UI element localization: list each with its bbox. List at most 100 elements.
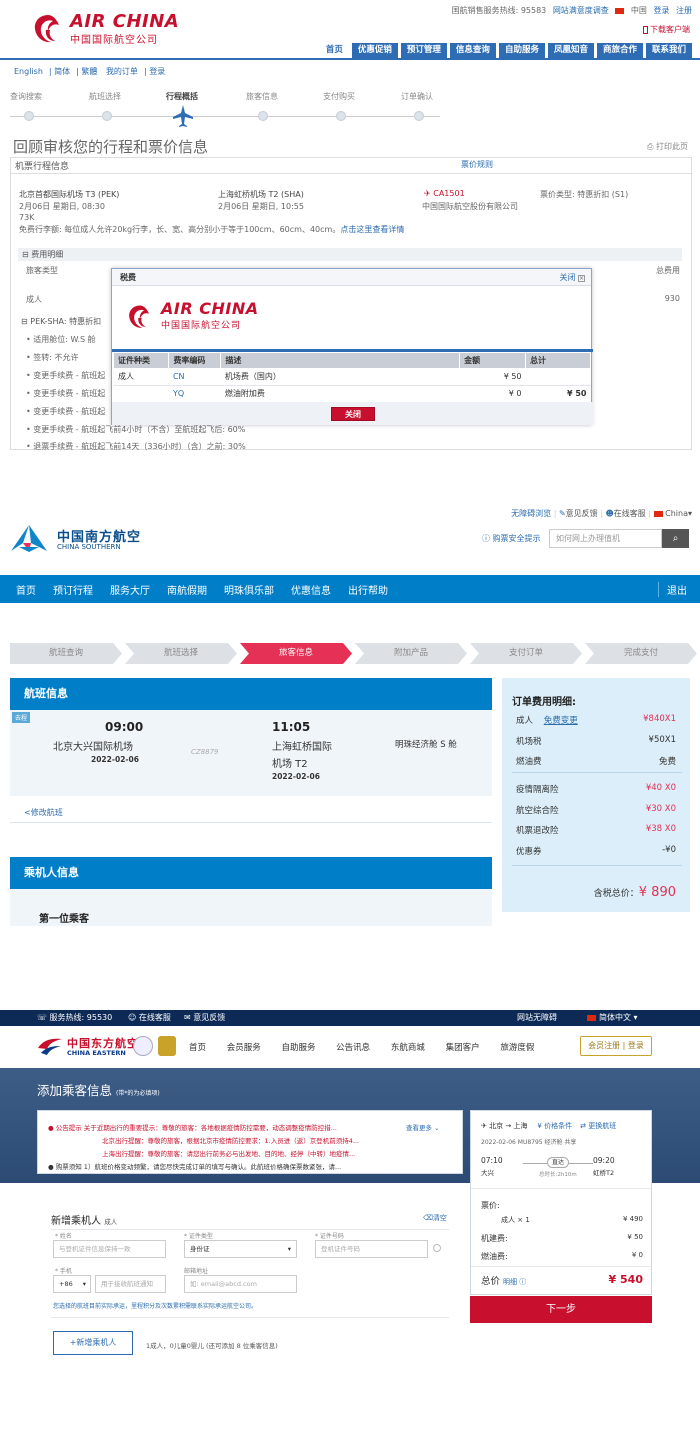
login-link[interactable]: 登录 [653, 6, 669, 15]
air-china-logo-text: AIR CHINA [70, 11, 180, 32]
language-select[interactable]: 简体中文 ▾ [587, 1010, 638, 1026]
logout-link[interactable]: 退出 [658, 581, 687, 597]
fee-label: 优惠券 [516, 847, 542, 857]
feedback-link[interactable]: ✉ 意见反馈 [184, 1010, 225, 1026]
price-cond-link[interactable]: ¥ 价格条件 [537, 1122, 572, 1130]
nav-pearl-club[interactable]: 明珠俱乐部 [208, 582, 274, 597]
phone-input[interactable]: 用于接收航班通知 [95, 1275, 166, 1293]
nav-corporate[interactable]: 集团客户 [446, 1043, 480, 1053]
flag-icon [587, 1014, 596, 1021]
fee-value: 免费 [658, 757, 676, 767]
fee-detail-bar[interactable]: ⊟ 费用明细 [18, 248, 682, 261]
nav-help[interactable]: 出行帮助 [332, 582, 388, 597]
feedback-link[interactable]: 意见反馈 [566, 509, 598, 518]
col-total: 总计 [525, 353, 591, 368]
nav-home[interactable]: 首页 [0, 582, 36, 597]
clear-icon: ⌫ [423, 1214, 433, 1222]
nav-offers[interactable]: 优惠信息 [275, 582, 331, 597]
nav-mall[interactable]: 东航商城 [391, 1043, 425, 1053]
next-step-button[interactable]: 下一步 [470, 1296, 652, 1323]
mileage-hint: 您选择的航班目前实际承运，里程积分及次数累积需联系实际承运航空公司。 [53, 1303, 258, 1310]
lang-traditional[interactable]: 繁體 [81, 67, 97, 76]
notice-line: ● 公告提示 关于近期出行的重要提示：尊敬的旅客：各地根据疫情防控需要，动态调整… [48, 1124, 338, 1132]
nav-home[interactable]: 首页 [189, 1043, 206, 1053]
add-passenger-button[interactable]: +新增乘机人 [53, 1331, 133, 1355]
free-change-link[interactable]: 免费变更 [544, 716, 578, 726]
search-input[interactable]: 如何网上办理值机 [549, 529, 662, 548]
change-flight-link[interactable]: ⇄ 更换航班 [580, 1122, 616, 1130]
help-icon[interactable] [433, 1244, 441, 1252]
accessible-link[interactable]: 网站无障碍 [517, 1010, 557, 1026]
search-button[interactable]: ⌕ [662, 529, 689, 548]
nav-self-service[interactable]: 自助服务 [498, 43, 545, 58]
email-input[interactable]: 如: email@abcd.com [184, 1275, 297, 1293]
modify-flight-link[interactable]: <修改航班 [24, 807, 63, 818]
tax-table: 证件种类 费率编码 描述 金额 总计 成人 CN 机场费（国内） ¥ 50 YQ… [114, 353, 591, 403]
cs-logo-en: CHINA SOUTHERN [57, 543, 121, 551]
region-select[interactable]: 中国 [631, 6, 647, 15]
detail-link[interactable]: 明细 ⓘ [503, 1278, 526, 1286]
total-label: 总价 [481, 1276, 501, 1287]
idno-input[interactable]: 登机证件号码 [315, 1240, 428, 1258]
clear-link[interactable]: ⌫清空 [423, 1213, 447, 1223]
country-select[interactable]: China [665, 509, 688, 518]
baggage-detail-link[interactable]: 点击这里查看详情 [340, 225, 404, 234]
aircraft-type: 73K [19, 213, 35, 222]
fuel-label: 燃油费: [481, 1252, 508, 1261]
survey-link[interactable]: 网站满意度调查 [553, 6, 609, 15]
modal-close-link[interactable]: 关闭 × [559, 269, 585, 286]
nav-service-hall[interactable]: 服务大厅 [94, 582, 150, 597]
accessible-link[interactable]: 无障碍浏览 [511, 509, 551, 518]
nav-phoenix-miles[interactable]: 凤凰知音 [547, 43, 594, 58]
phone-icon: ☏ [37, 1013, 50, 1022]
online-service-link[interactable]: ☺ 在线客服 [128, 1010, 171, 1026]
country-code-select[interactable]: +86 ▾ [53, 1275, 91, 1293]
fare-rules-link[interactable]: 票价规则 [461, 159, 493, 170]
modal-footer: 关闭 [112, 402, 593, 425]
main-nav: 首页 优惠促销 预订管理 信息查询 自助服务 凤凰知音 商旅合作 联系我们 [320, 43, 692, 58]
name-input[interactable]: 与登机证件信息保持一致 [53, 1240, 166, 1258]
member-login-button[interactable]: 会员注册 | 登录 [580, 1036, 652, 1056]
flag-icon [653, 510, 663, 517]
nav-home[interactable]: 首页 [320, 43, 349, 58]
lang-simplified[interactable]: 简体 [54, 67, 70, 76]
nav-info[interactable]: 信息查询 [449, 43, 496, 58]
passenger-count: 1成人，0儿童0婴儿 (还可添加 8 位乘客信息) [146, 1342, 278, 1350]
hotline-text: 国航销售服务热线: 95583 [451, 6, 547, 15]
nav-manage-booking[interactable]: 预订管理 [400, 43, 447, 58]
nav-member[interactable]: 会员服务 [227, 1043, 261, 1053]
fee-row: 成人 免费变更 ¥840X1 [516, 714, 676, 726]
nav-holidays[interactable]: 南航假期 [151, 582, 207, 597]
print-link[interactable]: ⎙ 打印此页 [647, 141, 688, 152]
ce-arr-city: 虹桥T2 [593, 1169, 615, 1177]
ce-total-value: ¥ 540 [608, 1273, 643, 1286]
login-link-2[interactable]: 登录 [149, 67, 165, 76]
lang-english[interactable]: English [14, 67, 43, 76]
idtype-select[interactable]: 身份证 ▾ [184, 1240, 297, 1258]
arr-airport: 上海虹桥机场 T2 (SHA) [218, 190, 304, 199]
modal-close-button[interactable]: 关闭 [331, 407, 375, 421]
security-link[interactable]: ⓘ 购票安全提示 [482, 533, 541, 544]
col-code: 费率编码 [168, 353, 222, 368]
nav-travel[interactable]: 旅游度假 [500, 1043, 534, 1053]
nav-booking[interactable]: 预订行程 [37, 582, 93, 597]
nav-contact[interactable]: 联系我们 [645, 43, 692, 58]
see-more-link[interactable]: 查看更多 ⌄ [406, 1122, 461, 1132]
my-orders-link[interactable]: 我的订单 [106, 67, 138, 76]
ce-logo-en: CHINA EASTERN [67, 1049, 126, 1057]
phone-icon [643, 25, 648, 34]
nav-business[interactable]: 商旅合作 [596, 43, 643, 58]
skyteam-badge-icon [133, 1036, 153, 1056]
step-itinerary: 行程概括 [166, 92, 198, 101]
modal-divider [112, 349, 593, 352]
nav-self-service[interactable]: 自助服务 [281, 1043, 315, 1053]
online-service-link[interactable]: 在线客服 [614, 509, 646, 518]
chat-icon: ☺ [128, 1013, 139, 1022]
nav-notices[interactable]: 公告讯息 [336, 1043, 370, 1053]
service-icon: ☻ [605, 509, 614, 518]
total-price: 含税总价：¥ 890 [594, 885, 676, 900]
nav-promotions[interactable]: 优惠促销 [351, 43, 398, 58]
rule-item: • 变更手续费 - 航班起 [26, 389, 106, 398]
download-app-link[interactable]: 下载客户端 [643, 24, 690, 35]
register-link[interactable]: 注册 [676, 6, 692, 15]
